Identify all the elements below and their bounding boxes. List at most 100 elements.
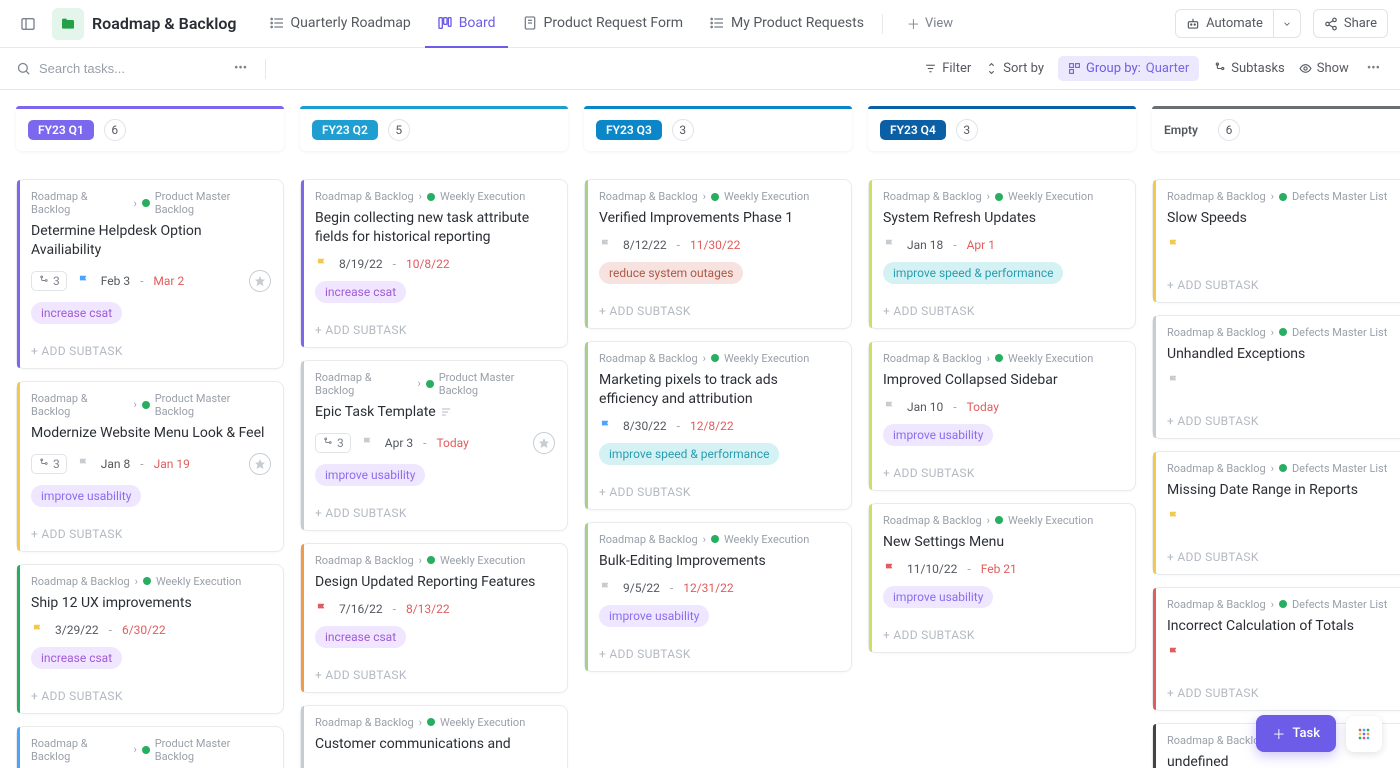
task-card[interactable]: Roadmap & Backlog›Weekly Execution Begin… (300, 179, 568, 348)
breadcrumb[interactable]: Roadmap & Backlog›Product Master Backlog (31, 737, 271, 763)
card-title: Marketing pixels to track ads efficiency… (599, 371, 839, 409)
task-card[interactable]: Roadmap & Backlog›Weekly Execution Custo… (300, 705, 568, 768)
task-card[interactable]: Roadmap & Backlog›Weekly Execution Desig… (300, 543, 568, 693)
automate-dropdown[interactable] (1273, 9, 1301, 38)
add-subtask-button[interactable]: + ADD SUBTASK (585, 639, 851, 671)
task-card[interactable]: Roadmap & Backlog›Defects Master List In… (1152, 587, 1400, 711)
column-header[interactable]: FY23 Q3 3 (584, 109, 852, 151)
add-subtask-button[interactable]: + ADD SUBTASK (17, 336, 283, 368)
breadcrumb[interactable]: Roadmap & Backlog›Defects Master List (1167, 190, 1400, 203)
task-card[interactable]: Roadmap & Backlog›Weekly Execution Marke… (584, 341, 852, 510)
status-dot (1279, 464, 1287, 472)
add-subtask-button[interactable]: + ADD SUBTASK (301, 660, 567, 692)
add-subtask-button[interactable]: + ADD SUBTASK (17, 519, 283, 551)
breadcrumb[interactable]: Roadmap & Backlog›Weekly Execution (315, 190, 555, 203)
column-header[interactable]: Empty 6 (1152, 109, 1400, 151)
tab-board[interactable]: Board (425, 0, 508, 48)
subtask-count[interactable]: 3 (315, 433, 351, 453)
task-card[interactable]: Roadmap & Backlog›Defects Master List Mi… (1152, 451, 1400, 575)
column-header[interactable]: FY23 Q4 3 (868, 109, 1136, 151)
task-card[interactable]: Roadmap & Backlog›Defects Master List Un… (1152, 315, 1400, 439)
add-subtask-button[interactable]: + ADD SUBTASK (1153, 678, 1400, 710)
card-stripe (17, 727, 20, 768)
sort-button[interactable]: Sort by (985, 61, 1044, 76)
add-subtask-button[interactable]: + ADD SUBTASK (585, 477, 851, 509)
task-card[interactable]: Roadmap & Backlog›Product Master Backlog… (300, 360, 568, 531)
group-by-button[interactable]: Group by: Quarter (1058, 56, 1199, 81)
task-card[interactable]: Roadmap & Backlog›Product Master Backlog… (16, 381, 284, 552)
star-icon[interactable] (249, 270, 271, 292)
tag[interactable]: improve speed & performance (883, 262, 1063, 284)
task-card[interactable]: Roadmap & Backlog›Defects Master List Sl… (1152, 179, 1400, 303)
subtasks-button[interactable]: Subtasks (1213, 61, 1285, 76)
tab-my-product-requests[interactable]: My Product Requests (697, 0, 876, 48)
add-subtask-button[interactable]: + ADD SUBTASK (301, 498, 567, 530)
star-icon[interactable] (533, 432, 555, 454)
breadcrumb[interactable]: Roadmap & Backlog›Product Master Backlog (31, 392, 271, 418)
tag[interactable]: increase csat (315, 281, 406, 303)
task-card[interactable]: Roadmap & Backlog›Weekly Execution Syste… (868, 179, 1136, 329)
subtask-count[interactable]: 3 (31, 454, 67, 474)
automate-button[interactable]: Automate (1175, 9, 1273, 38)
task-card[interactable]: Roadmap & Backlog›Weekly Execution Impro… (868, 341, 1136, 491)
tag[interactable]: improve usability (883, 586, 993, 608)
share-button[interactable]: Share (1313, 9, 1388, 38)
task-card[interactable]: Roadmap & Backlog›Weekly Execution Verif… (584, 179, 852, 329)
add-subtask-button[interactable]: + ADD SUBTASK (301, 315, 567, 347)
breadcrumb[interactable]: Roadmap & Backlog›Defects Master List (1167, 598, 1400, 611)
tag[interactable]: increase csat (31, 302, 122, 324)
task-card[interactable]: Roadmap & Backlog›Weekly Execution Ship … (16, 564, 284, 714)
task-card[interactable]: Roadmap & Backlog›Product Master Backlog… (16, 726, 284, 768)
breadcrumb[interactable]: Roadmap & Backlog›Weekly Execution (883, 514, 1123, 527)
tab-product-request-form[interactable]: Product Request Form (510, 0, 695, 48)
breadcrumb[interactable]: Roadmap & Backlog›Weekly Execution (315, 554, 555, 567)
apps-button[interactable] (1346, 716, 1382, 752)
add-subtask-button[interactable]: + ADD SUBTASK (17, 681, 283, 713)
grid-icon (1356, 726, 1372, 742)
tag[interactable]: improve usability (599, 605, 709, 627)
show-button[interactable]: Show (1299, 61, 1349, 76)
tag[interactable]: improve usability (883, 424, 993, 446)
add-subtask-button[interactable]: + ADD SUBTASK (1153, 542, 1400, 574)
breadcrumb[interactable]: Roadmap & Backlog›Product Master Backlog (31, 190, 271, 216)
breadcrumb[interactable]: Roadmap & Backlog›Weekly Execution (883, 190, 1123, 203)
sidebar-toggle[interactable] (12, 8, 44, 40)
more-dots[interactable]: ••• (230, 57, 251, 80)
add-subtask-button[interactable]: + ADD SUBTASK (1153, 406, 1400, 438)
tag[interactable]: improve usability (315, 464, 425, 486)
tag[interactable]: reduce system outages (599, 262, 743, 284)
column-header[interactable]: FY23 Q2 5 (300, 109, 568, 151)
column-header[interactable]: FY23 Q1 6 (16, 109, 284, 151)
subtask-count[interactable]: 3 (31, 271, 67, 291)
add-subtask-button[interactable]: + ADD SUBTASK (1153, 270, 1400, 302)
tag[interactable]: increase csat (31, 647, 122, 669)
task-card[interactable]: Roadmap & Backlog›Weekly Execution Bulk-… (584, 522, 852, 672)
breadcrumb[interactable]: Roadmap & Backlog›Weekly Execution (883, 352, 1123, 365)
task-card[interactable]: Roadmap & Backlog›Weekly Execution New S… (868, 503, 1136, 653)
add-subtask-button[interactable]: + ADD SUBTASK (585, 296, 851, 328)
add-subtask-button[interactable]: + ADD SUBTASK (869, 458, 1135, 490)
filter-button[interactable]: Filter (924, 61, 971, 76)
overflow-menu[interactable]: ••• (1363, 57, 1384, 80)
breadcrumb[interactable]: Roadmap & Backlog›Weekly Execution (599, 352, 839, 365)
new-task-button[interactable]: ＋ Task (1256, 715, 1336, 752)
add-subtask-button[interactable]: + ADD SUBTASK (869, 620, 1135, 652)
tab-quarterly-roadmap[interactable]: Quarterly Roadmap (257, 0, 423, 48)
breadcrumb[interactable]: Roadmap & Backlog›Defects Master List (1167, 462, 1400, 475)
tag[interactable]: increase csat (315, 626, 406, 648)
add-subtask-button[interactable]: + ADD SUBTASK (869, 296, 1135, 328)
task-card[interactable]: Roadmap & Backlog›Product Master Backlog… (16, 179, 284, 369)
card-meta: 7/16/22-8/13/22 (315, 602, 555, 616)
breadcrumb[interactable]: Roadmap & Backlog›Product Master Backlog (315, 371, 555, 397)
search-input[interactable] (39, 61, 199, 76)
breadcrumb[interactable]: Roadmap & Backlog›Weekly Execution (315, 716, 555, 729)
breadcrumb[interactable]: Roadmap & Backlog›Weekly Execution (599, 190, 839, 203)
breadcrumb[interactable]: Roadmap & Backlog›Weekly Execution (599, 533, 839, 546)
add-view-button[interactable]: ＋ View (895, 14, 965, 33)
star-icon[interactable] (249, 453, 271, 475)
tag[interactable]: improve usability (31, 485, 141, 507)
breadcrumb[interactable]: Roadmap & Backlog›Defects Master List (1167, 326, 1400, 339)
card-stripe (585, 180, 588, 328)
breadcrumb[interactable]: Roadmap & Backlog›Weekly Execution (31, 575, 271, 588)
tag[interactable]: improve speed & performance (599, 443, 779, 465)
